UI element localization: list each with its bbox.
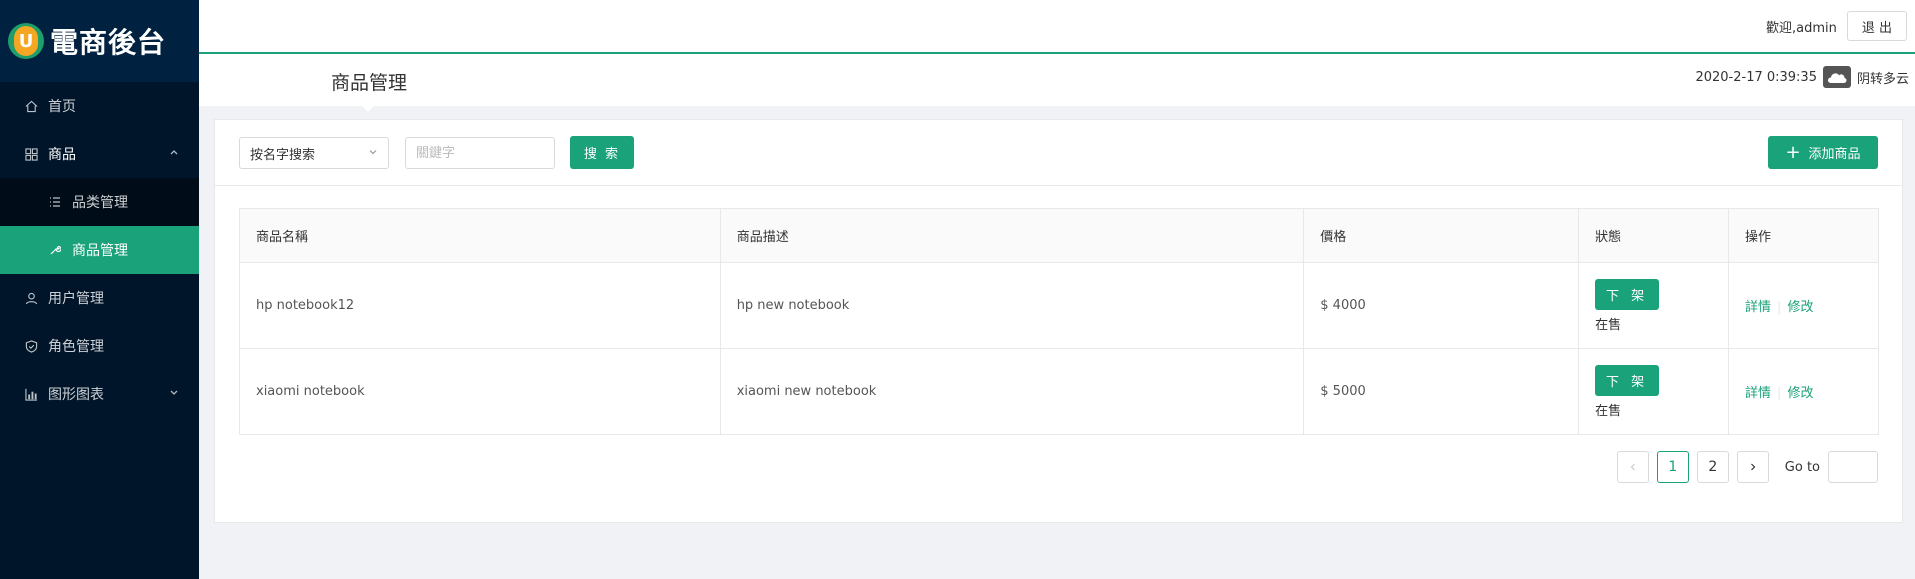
product-price: $ 4000 — [1303, 262, 1580, 349]
datetime: 2020-2-17 0:39:35 — [1695, 69, 1817, 85]
sidebar-menu: 首页 商品 品类管理 商品管理 用户管理 角色管理 图形图表 — [0, 82, 199, 418]
pagination: 1 2 Go to — [1616, 451, 1878, 483]
header-info: 2020-2-17 0:39:35 阴转多云 — [1695, 66, 1909, 88]
sidebar-item-product-management[interactable]: 商品管理 — [0, 226, 199, 274]
header-breadcrumb-bar: 商品管理 2020-2-17 0:39:35 阴转多云 — [199, 54, 1915, 112]
add-product-button[interactable]: + 添加商品 — [1768, 136, 1878, 169]
edit-link[interactable]: 修改 — [1787, 300, 1813, 315]
prev-page-button[interactable] — [1616, 451, 1649, 483]
logo-mark-icon: U — [8, 23, 44, 59]
take-down-button[interactable]: 下 架 — [1595, 278, 1660, 310]
page-button[interactable]: 2 — [1696, 451, 1729, 483]
sidebar-item-home[interactable]: 首页 — [0, 82, 199, 130]
sidebar-item-products[interactable]: 商品 — [0, 130, 199, 178]
page-title: 商品管理 — [331, 72, 408, 94]
column-header-status: 狀態 — [1578, 208, 1730, 263]
sidebar-submenu-products: 品类管理 商品管理 — [0, 178, 199, 274]
sidebar-item-label: 首页 — [48, 99, 76, 115]
status-cell: 下 架 在售 — [1578, 348, 1730, 435]
user-icon — [24, 291, 38, 305]
product-desc: hp new notebook — [719, 262, 1305, 349]
product-desc: xiaomi new notebook — [719, 348, 1305, 435]
table-header-row: 商品名稱 商品描述 價格 狀態 操作 — [239, 208, 1879, 263]
chevron-up-icon — [169, 148, 179, 161]
product-table: 商品名稱 商品描述 價格 狀態 操作 hp notebook12 hp new … — [239, 208, 1879, 435]
action-divider: | — [1777, 386, 1782, 401]
sidebar-item-category[interactable]: 品类管理 — [0, 178, 199, 226]
keyword-input[interactable] — [405, 137, 555, 169]
edit-link[interactable]: 修改 — [1787, 386, 1813, 401]
goto-label: Go to — [1784, 459, 1820, 475]
add-product-label: 添加商品 — [1808, 147, 1861, 162]
status-text: 在售 — [1595, 403, 1622, 419]
app-title: 電商後台 — [50, 26, 167, 59]
sidebar-item-users[interactable]: 用户管理 — [0, 274, 199, 322]
search-button[interactable]: 搜 索 — [570, 136, 634, 169]
action-divider: | — [1777, 300, 1782, 315]
welcome-text: 歡迎,admin — [1765, 20, 1837, 36]
goto-page-input[interactable] — [1828, 451, 1878, 483]
tool-icon — [48, 243, 62, 257]
appstore-icon — [24, 147, 38, 161]
product-price: $ 5000 — [1303, 348, 1580, 435]
table-row: xiaomi notebook xiaomi new notebook $ 50… — [239, 348, 1879, 435]
sidebar-item-label: 品类管理 — [72, 195, 128, 211]
product-name: xiaomi notebook — [239, 348, 721, 435]
card-toolbar: 按名字搜索 搜 索 + 添加商品 — [215, 120, 1902, 186]
title-pointer — [359, 103, 377, 112]
sidebar: U 電商後台 首页 商品 品类管理 商品管理 用户管理 角色管理 图形图表 — [0, 0, 199, 579]
take-down-button[interactable]: 下 架 — [1595, 364, 1660, 396]
column-header-name: 商品名稱 — [239, 208, 721, 263]
detail-link[interactable]: 詳情 — [1745, 386, 1771, 401]
product-name: hp notebook12 — [239, 262, 721, 349]
list-icon — [48, 195, 62, 209]
sidebar-item-charts[interactable]: 图形图表 — [0, 370, 199, 418]
weather-text: 阴转多云 — [1856, 71, 1909, 87]
sidebar-item-label: 角色管理 — [48, 339, 104, 355]
column-header-price: 價格 — [1303, 208, 1580, 263]
actions-cell: 詳情 | 修改 — [1728, 348, 1879, 435]
status-cell: 下 架 在售 — [1578, 262, 1730, 349]
logout-button[interactable]: 退 出 — [1846, 11, 1907, 41]
sidebar-item-label: 商品 — [48, 147, 76, 163]
column-header-desc: 商品描述 — [719, 208, 1305, 263]
shield-icon — [24, 339, 38, 353]
chevron-right-icon — [1750, 463, 1756, 471]
detail-link[interactable]: 詳情 — [1745, 300, 1771, 315]
product-table-wrap: 商品名稱 商品描述 價格 狀態 操作 hp notebook12 hp new … — [239, 208, 1879, 435]
header: 歡迎,admin 退 出 商品管理 2020-2-17 0:39:35 阴转多云 — [199, 0, 1915, 112]
bar-chart-icon — [24, 387, 38, 401]
sidebar-item-label: 商品管理 — [72, 243, 128, 259]
search-type-value: 按名字搜索 — [250, 147, 316, 163]
chevron-left-icon — [1630, 463, 1635, 471]
sidebar-item-roles[interactable]: 角色管理 — [0, 322, 199, 370]
home-icon — [24, 99, 38, 113]
header-top-bar: 歡迎,admin 退 出 — [199, 0, 1915, 54]
search-type-select[interactable]: 按名字搜索 — [239, 137, 389, 169]
logo-letter: U — [14, 26, 38, 56]
logo: U 電商後台 — [0, 0, 199, 82]
plus-icon: + — [1785, 141, 1801, 163]
sidebar-item-label: 图形图表 — [48, 387, 104, 403]
chevron-down-icon — [169, 388, 179, 401]
actions-cell: 詳情 | 修改 — [1728, 262, 1879, 349]
page-button[interactable]: 1 — [1656, 451, 1689, 483]
chevron-down-icon — [368, 147, 378, 160]
product-card: 按名字搜索 搜 索 + 添加商品 商品名稱 商品描述 價格 狀態 操作 — [214, 119, 1903, 523]
cloud-icon — [1822, 66, 1851, 88]
column-header-actions: 操作 — [1728, 208, 1879, 263]
status-text: 在售 — [1595, 317, 1622, 333]
sidebar-item-label: 用户管理 — [48, 291, 104, 307]
table-row: hp notebook12 hp new notebook $ 4000 下 架… — [239, 262, 1879, 349]
next-page-button[interactable] — [1736, 451, 1769, 483]
